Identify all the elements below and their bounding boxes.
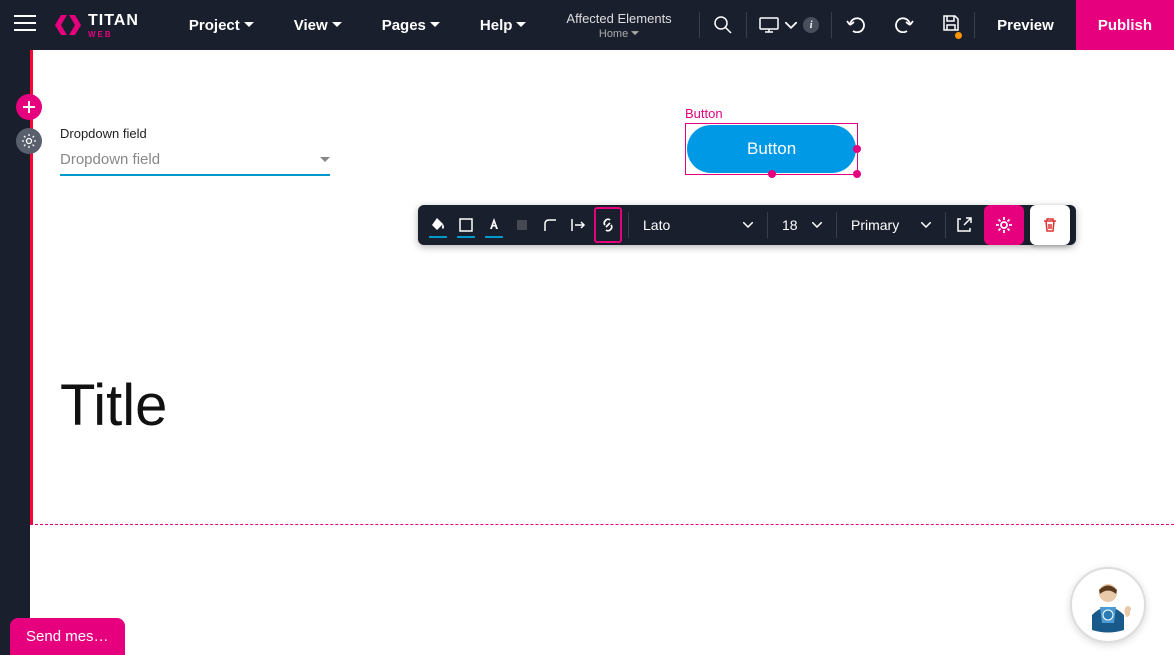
corner-radius-button[interactable] — [536, 205, 564, 245]
section-marker — [30, 50, 33, 525]
canvas[interactable]: Dropdown field Dropdown field Button But… — [30, 50, 1174, 655]
corner-icon — [541, 216, 559, 234]
logo-text: TITAN WEB — [88, 12, 139, 39]
main-menu: Project View Pages Help — [169, 0, 547, 50]
info-badge: i — [803, 17, 819, 33]
desktop-icon — [759, 17, 779, 33]
publish-button[interactable]: Publish — [1076, 0, 1174, 50]
logo-icon — [54, 11, 82, 39]
chevron-down-icon — [631, 31, 639, 36]
resize-handle-corner[interactable] — [853, 170, 861, 178]
chevron-down-icon — [743, 222, 753, 228]
resize-handle-bottom[interactable] — [768, 170, 776, 178]
element-tag: Button — [685, 106, 858, 121]
affected-title: Affected Elements — [566, 11, 671, 26]
selection-box[interactable]: Button — [685, 123, 858, 175]
hamburger-menu[interactable] — [0, 14, 50, 37]
separator — [836, 212, 837, 238]
separator — [945, 212, 946, 238]
header-actions: i Preview Publish — [699, 0, 1174, 50]
bucket-icon — [429, 216, 447, 234]
fill-color-button[interactable] — [424, 205, 452, 245]
element-settings-button[interactable] — [984, 205, 1024, 245]
search-button[interactable] — [700, 0, 746, 50]
save-icon — [942, 14, 960, 32]
undo-icon — [846, 17, 866, 33]
chevron-down-icon — [430, 22, 440, 28]
menu-pages[interactable]: Pages — [362, 0, 460, 50]
external-link-icon — [955, 216, 973, 234]
gear-icon — [994, 215, 1014, 235]
chevron-down-icon — [812, 222, 822, 228]
trash-icon — [1041, 216, 1059, 234]
button-widget[interactable]: Button Button — [685, 106, 858, 175]
dropdown-placeholder: Dropdown field — [60, 151, 160, 168]
undo-button[interactable] — [832, 0, 880, 50]
font-family-select[interactable]: Lato — [633, 217, 763, 233]
menu-project[interactable]: Project — [169, 0, 274, 50]
app-header: TITAN WEB Project View Pages Help Affect… — [0, 0, 1174, 50]
dropdown-input[interactable]: Dropdown field — [60, 147, 330, 176]
square-icon — [513, 216, 531, 234]
font-size-select[interactable]: 18 — [772, 217, 832, 233]
chevron-down-icon — [785, 22, 797, 29]
open-external-button[interactable] — [950, 205, 978, 245]
menu-icon — [14, 14, 36, 32]
styling-disabled-button — [508, 205, 536, 245]
text-icon — [485, 216, 503, 234]
dropdown-field-widget[interactable]: Dropdown field Dropdown field — [60, 126, 330, 176]
logo[interactable]: TITAN WEB — [50, 11, 149, 39]
gear-icon — [21, 133, 37, 149]
chevron-down-icon — [921, 222, 931, 228]
affected-page: Home — [566, 28, 671, 40]
border-color-button[interactable] — [452, 205, 480, 245]
unsaved-indicator — [955, 32, 962, 39]
section-boundary — [30, 524, 1174, 525]
link-button[interactable] — [594, 207, 622, 243]
settings-button[interactable] — [16, 128, 42, 154]
title-heading[interactable]: Title — [60, 372, 167, 439]
align-icon — [569, 216, 587, 234]
plus-icon — [22, 100, 36, 114]
hero-avatar-icon — [1078, 575, 1138, 635]
search-icon — [714, 16, 732, 34]
chat-button[interactable]: Send mes… — [10, 618, 125, 655]
menu-help[interactable]: Help — [460, 0, 547, 50]
chevron-down-icon — [244, 22, 254, 28]
help-avatar[interactable] — [1070, 567, 1146, 643]
device-selector[interactable]: i — [747, 17, 831, 33]
chevron-down-icon — [332, 22, 342, 28]
dropdown-label: Dropdown field — [60, 126, 330, 141]
save-button[interactable] — [928, 0, 974, 50]
button-role-select[interactable]: Primary — [841, 217, 941, 233]
redo-button[interactable] — [880, 0, 928, 50]
alignment-button[interactable] — [564, 205, 592, 245]
resize-handle-right[interactable] — [853, 145, 861, 153]
caret-down-icon — [320, 157, 330, 163]
delete-button[interactable] — [1030, 205, 1070, 245]
redo-icon — [894, 17, 914, 33]
chevron-down-icon — [516, 22, 526, 28]
menu-view[interactable]: View — [274, 0, 362, 50]
element-toolbar: Lato 18 Primary — [418, 205, 1076, 245]
add-element-button[interactable] — [16, 94, 42, 120]
border-icon — [457, 216, 475, 234]
link-icon — [599, 216, 617, 234]
text-color-button[interactable] — [480, 205, 508, 245]
separator — [767, 212, 768, 238]
canvas-button[interactable]: Button — [687, 125, 856, 173]
separator — [628, 212, 629, 238]
affected-elements[interactable]: Affected Elements Home — [546, 11, 691, 40]
preview-button[interactable]: Preview — [975, 0, 1076, 50]
